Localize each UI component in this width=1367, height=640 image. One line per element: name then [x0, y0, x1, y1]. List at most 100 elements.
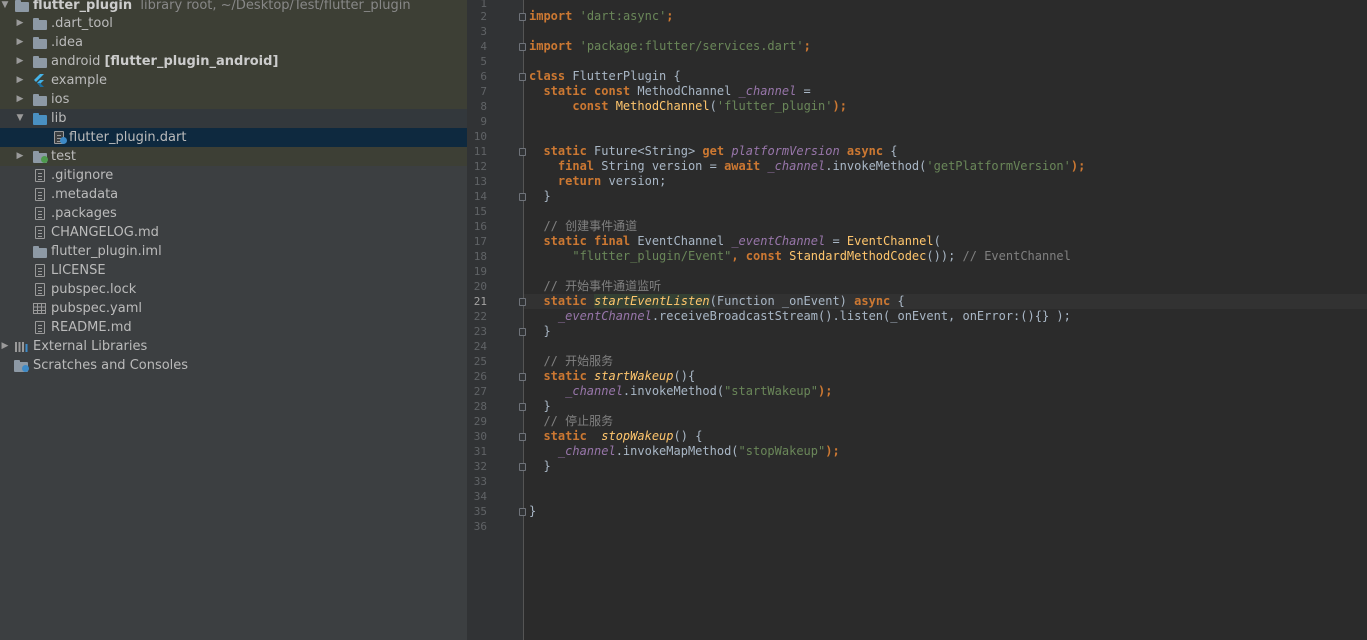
tree-item-scratches[interactable]: Scratches and Consoles: [0, 356, 467, 375]
code-line-27: _channel.invokeMethod("startWakeup");: [565, 384, 833, 398]
line-number: 27: [473, 385, 487, 398]
line-number: 34: [473, 490, 487, 503]
tree-item-packages[interactable]: .packages: [0, 204, 467, 223]
code-line-17: static final EventChannel _eventChannel …: [543, 234, 941, 248]
code-line-12: final String version = await _channel.in…: [557, 159, 1086, 173]
tree-root[interactable]: ▼ flutter_plugin library root, ~/Desktop…: [0, 0, 467, 15]
dart-file-icon: [52, 131, 67, 144]
chevron-down-icon[interactable]: ▼: [0, 0, 10, 15]
line-number: 33: [473, 475, 487, 488]
code-line-26: static startWakeup(){: [543, 369, 696, 383]
scratches-icon: [14, 359, 29, 372]
line-number: 35: [473, 505, 487, 518]
line-number: 4: [480, 40, 487, 53]
line-number-current: 21: [473, 295, 487, 308]
code-line-29: // 停止服务: [543, 414, 614, 428]
fold-marker-icon[interactable]: [519, 463, 526, 471]
code-line-23: }: [543, 324, 551, 338]
chevron-right-icon[interactable]: ▶: [15, 71, 25, 90]
line-number: 26: [473, 370, 487, 383]
fold-marker-icon[interactable]: [519, 73, 526, 81]
chevron-right-icon[interactable]: ▶: [15, 14, 25, 33]
fold-marker-icon[interactable]: [519, 43, 526, 51]
line-number: 36: [473, 520, 487, 533]
chevron-right-icon[interactable]: ▶: [0, 337, 10, 356]
tree-item-license[interactable]: LICENSE: [0, 261, 467, 280]
code-line-32: }: [543, 459, 551, 473]
code-line-7: static const MethodChannel _channel =: [543, 84, 811, 98]
line-number: 23: [473, 325, 487, 338]
line-number: 24: [473, 340, 487, 353]
line-number: 2: [480, 10, 487, 23]
ide-window: ▼ flutter_plugin library root, ~/Desktop…: [0, 0, 1367, 640]
chevron-right-icon[interactable]: ▶: [15, 52, 25, 71]
tree-item-readme[interactable]: README.md: [0, 318, 467, 337]
line-number: 19: [473, 265, 487, 278]
fold-marker-icon[interactable]: [519, 148, 526, 156]
fold-marker-icon[interactable]: [519, 13, 526, 21]
line-number: 32: [473, 460, 487, 473]
fold-marker-icon[interactable]: [519, 403, 526, 411]
fold-marker-icon[interactable]: [519, 298, 526, 306]
line-number: 9: [480, 115, 487, 128]
line-number: 17: [473, 235, 487, 248]
tree-item-external-libraries[interactable]: ▶ External Libraries: [0, 337, 467, 356]
code-line-25: // 开始服务: [543, 354, 614, 368]
tree-item-gitignore[interactable]: .gitignore: [0, 166, 467, 185]
line-number: 7: [480, 85, 487, 98]
fold-marker-icon[interactable]: [519, 328, 526, 336]
line-number: 16: [473, 220, 487, 233]
chevron-right-icon[interactable]: ▶: [15, 147, 25, 166]
tree-item-pubspec-lock[interactable]: pubspec.lock: [0, 280, 467, 299]
tree-item-pubspec-yaml[interactable]: pubspec.yaml: [0, 299, 467, 318]
tree-item-dart-tool[interactable]: ▶ .dart_tool: [0, 14, 467, 33]
tree-item-flutter-plugin-dart[interactable]: flutter_plugin.dart: [0, 128, 467, 147]
folder-icon: [33, 93, 47, 106]
tree-item-metadata[interactable]: .metadata: [0, 185, 467, 204]
line-number: 28: [473, 400, 487, 413]
fold-marker-icon[interactable]: [519, 433, 526, 441]
code-line-2: import 'dart:async';: [529, 9, 674, 23]
line-number: 30: [473, 430, 487, 443]
tree-item-idea[interactable]: ▶ .idea: [0, 33, 467, 52]
tree-item-test[interactable]: ▶ test: [0, 147, 467, 166]
yaml-file-icon: [33, 302, 47, 315]
tree-item-lib[interactable]: ▼ lib: [0, 109, 467, 128]
fold-marker-icon[interactable]: [519, 508, 526, 516]
libraries-icon: [14, 340, 28, 353]
code-line-14: }: [543, 189, 551, 203]
code-editor[interactable]: 1 2 3 4 5 6 7 8 9 10 11 12 13 14 15 16 1…: [467, 0, 1367, 640]
line-number: 8: [480, 100, 487, 113]
chevron-right-icon[interactable]: ▶: [15, 90, 25, 109]
file-icon: [33, 207, 47, 220]
file-icon: [33, 283, 47, 296]
fold-marker-icon[interactable]: [519, 373, 526, 381]
line-number: 6: [480, 70, 487, 83]
tree-item-example[interactable]: ▶ example: [0, 71, 467, 90]
line-number: 25: [473, 355, 487, 368]
line-number: 20: [473, 280, 487, 293]
file-icon: [33, 188, 47, 201]
line-number: 10: [473, 130, 487, 143]
chevron-down-icon[interactable]: ▼: [15, 109, 25, 128]
module-icon: [33, 245, 47, 258]
line-number: 5: [480, 55, 487, 68]
folder-icon: [33, 55, 47, 68]
code-line-4: import 'package:flutter/services.dart';: [529, 39, 811, 53]
root-path: library root, ~/Desktop/Test/flutter_plu…: [140, 0, 411, 13]
code-line-31: _channel.invokeMapMethod("stopWakeup");: [557, 444, 840, 458]
project-tree: ▼ flutter_plugin library root, ~/Desktop…: [0, 0, 467, 640]
test-folder-icon: [33, 150, 48, 163]
code-line-28: }: [543, 399, 551, 413]
file-icon: [33, 226, 47, 239]
tree-item-iml[interactable]: flutter_plugin.iml: [0, 242, 467, 261]
tree-item-android[interactable]: ▶ android [flutter_plugin_android]: [0, 52, 467, 71]
line-number: 18: [473, 250, 487, 263]
line-number: 14: [473, 190, 487, 203]
chevron-right-icon[interactable]: ▶: [15, 33, 25, 52]
tree-item-changelog[interactable]: CHANGELOG.md: [0, 223, 467, 242]
tree-item-ios[interactable]: ▶ ios: [0, 90, 467, 109]
line-number: 29: [473, 415, 487, 428]
fold-marker-icon[interactable]: [519, 193, 526, 201]
folder-icon: [33, 36, 47, 49]
